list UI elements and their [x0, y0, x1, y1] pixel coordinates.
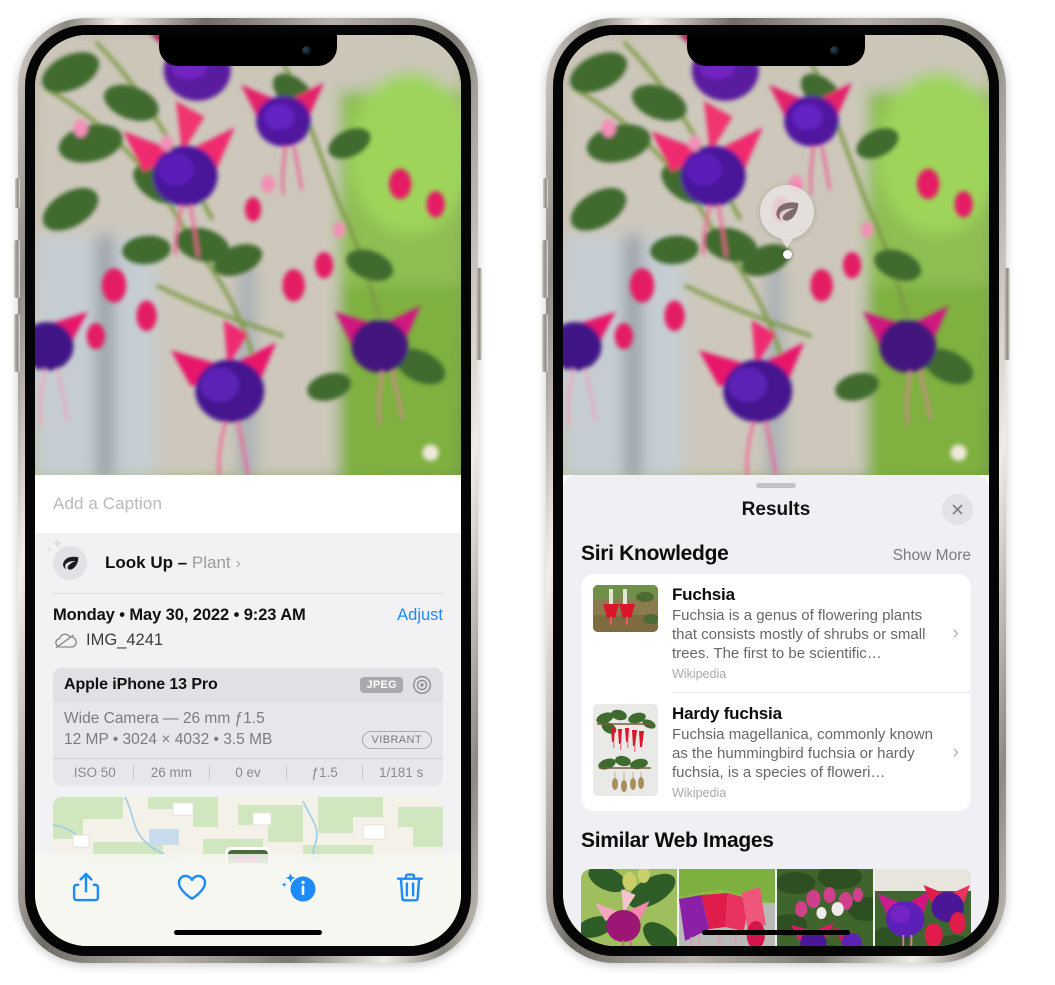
front-camera — [302, 46, 311, 55]
camera-model: Apple iPhone 13 Pro — [64, 676, 218, 693]
chevron-right-icon: › — [952, 621, 959, 644]
hardy-fuchsia-thumb-image — [593, 704, 658, 797]
knowledge-title: Hardy fuchsia — [672, 704, 782, 724]
siri-knowledge-title: Siri Knowledge — [581, 542, 729, 565]
aperture-icon[interactable] — [412, 675, 432, 695]
exif-row: ISO 50 26 mm 0 ev ƒ1.5 1/181 s — [53, 758, 443, 786]
screen-left: Add a Caption Look Up – Plant › Monday •… — [35, 35, 461, 946]
knowledge-thumbnail — [593, 585, 658, 632]
knowledge-description: Fuchsia magellanica, commonly known as t… — [672, 726, 933, 782]
mute-switch[interactable] — [543, 178, 548, 208]
power-button[interactable] — [1004, 268, 1010, 360]
knowledge-thumbnail — [593, 704, 658, 797]
leaf-icon-chip — [46, 539, 87, 580]
camera-lens: Wide Camera — 26 mm ƒ1.5 — [64, 710, 265, 727]
similar-web-images-title: Similar Web Images — [581, 829, 774, 853]
leaf-icon — [776, 202, 799, 221]
info-icon[interactable] — [281, 870, 321, 904]
knowledge-body: Hardy fuchsia Fuchsia magellanica, commo… — [658, 704, 952, 800]
iphone-left: Add a Caption Look Up – Plant › Monday •… — [14, 18, 482, 963]
results-sheet: Results Siri Knowledge Show More Fuchsia… — [563, 475, 989, 946]
iphone-right: Results Siri Knowledge Show More Fuchsia… — [542, 18, 1010, 963]
home-indicator[interactable] — [174, 930, 322, 935]
mute-switch[interactable] — [15, 178, 20, 208]
exif-iso: ISO 50 — [73, 765, 116, 780]
volume-down-button[interactable] — [14, 314, 20, 372]
knowledge-item-fuchsia[interactable]: Fuchsia Fuchsia is a genus of flowering … — [581, 574, 971, 692]
photographic-style-badge: VIBRANT — [361, 731, 432, 749]
siri-knowledge-header: Siri Knowledge Show More — [563, 532, 989, 574]
camera-specs: 12 MP • 3024 × 4032 • 3.5 MB — [64, 731, 273, 748]
visual-look-up-badge[interactable] — [760, 185, 814, 259]
info-sparkle-icon — [281, 873, 316, 902]
device-bezel: Add a Caption Look Up – Plant › Monday •… — [25, 25, 471, 956]
results-header: Results — [563, 488, 989, 532]
favorite-heart-icon[interactable] — [175, 870, 209, 904]
chevron-right-icon: › — [952, 740, 959, 763]
adjust-button[interactable]: Adjust — [397, 606, 443, 625]
sparkles-icon — [46, 539, 63, 552]
volume-up-button[interactable] — [14, 240, 20, 298]
home-indicator[interactable] — [702, 930, 850, 935]
close-button[interactable] — [942, 494, 973, 525]
similar-web-images-header: Similar Web Images — [563, 811, 989, 861]
close-icon — [952, 504, 963, 515]
siri-knowledge-card: Fuchsia Fuchsia is a genus of flowering … — [581, 574, 971, 812]
knowledge-source: Wikipedia — [672, 667, 727, 682]
camera-info-card: Apple iPhone 13 Pro JPEG Wide Camera — 2… — [53, 668, 443, 786]
format-badge: JPEG — [360, 677, 403, 693]
photo-viewer[interactable] — [563, 35, 989, 475]
web-image-thumb[interactable] — [875, 869, 971, 946]
results-title: Results — [741, 499, 811, 520]
knowledge-body: Fuchsia Fuchsia is a genus of flowering … — [658, 585, 952, 681]
badge-tail — [780, 237, 794, 248]
screenshot-stage: Add a Caption Look Up – Plant › Monday •… — [0, 0, 1055, 985]
photo-info-sheet: Add a Caption Look Up – Plant › Monday •… — [35, 475, 461, 946]
knowledge-description: Fuchsia is a genus of flowering plants t… — [672, 607, 926, 663]
power-button[interactable] — [476, 268, 482, 360]
photo-viewer[interactable] — [35, 35, 461, 475]
notch — [159, 35, 337, 66]
knowledge-item-hardy-fuchsia[interactable]: Hardy fuchsia Fuchsia magellanica, commo… — [581, 693, 971, 811]
caption-placeholder: Add a Caption — [53, 494, 163, 513]
badge-anchor-dot — [782, 250, 792, 259]
look-up-row[interactable]: Look Up – Plant › — [35, 533, 461, 593]
visual-look-up-circle — [760, 185, 814, 239]
look-up-subject: Plant — [191, 553, 231, 572]
web-image-4 — [875, 869, 971, 946]
exif-focal-length: 26 mm — [150, 765, 193, 780]
volume-up-button[interactable] — [542, 240, 548, 298]
screen-right: Results Siri Knowledge Show More Fuchsia… — [563, 35, 989, 946]
exif-shutter: 1/181 s — [379, 765, 424, 780]
exif-aperture: ƒ1.5 — [311, 765, 338, 780]
photo-date: Monday • May 30, 2022 • 9:23 AM — [53, 606, 306, 624]
look-up-label: Look Up – Plant › — [105, 553, 241, 573]
volume-down-button[interactable] — [542, 314, 548, 372]
knowledge-source: Wikipedia — [672, 786, 727, 801]
look-up-title: Look Up – — [105, 553, 188, 572]
exif-exposure: 0 ev — [235, 765, 261, 780]
trash-icon[interactable] — [393, 870, 427, 904]
web-image-1 — [581, 869, 677, 946]
web-image-thumb[interactable] — [581, 869, 677, 946]
icloud-off-icon — [55, 633, 77, 648]
show-more-button[interactable]: Show More — [893, 547, 971, 565]
photo-filename: IMG_4241 — [86, 631, 164, 649]
notch — [687, 35, 865, 66]
photo-metadata: Monday • May 30, 2022 • 9:23 AM Adjust I… — [35, 594, 461, 656]
caption-field[interactable]: Add a Caption — [35, 475, 461, 533]
fuchsia-thumb-image — [593, 585, 658, 632]
share-icon[interactable] — [69, 870, 103, 904]
front-camera — [830, 46, 839, 55]
fuchsia-photo — [35, 35, 461, 475]
chevron-right-icon: › — [235, 555, 241, 572]
knowledge-title: Fuchsia — [672, 585, 735, 604]
device-bezel: Results Siri Knowledge Show More Fuchsia… — [553, 25, 999, 956]
